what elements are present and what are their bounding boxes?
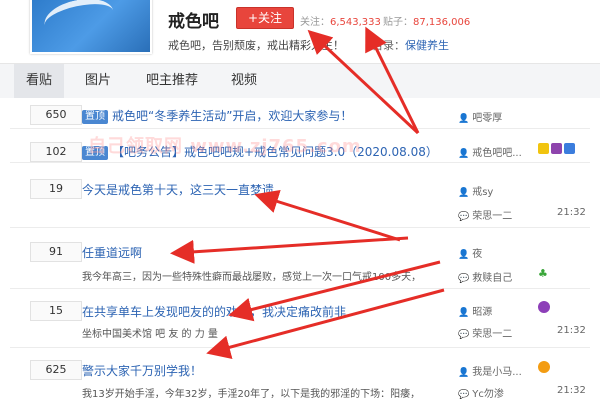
forum-header: 戒色吧 +关注 关注：6,543,333 贴子：87,136,006 戒色吧，告…: [0, 0, 600, 60]
badge-icon: [538, 143, 549, 154]
forum-slogan: 戒色吧，告别颓废，戒出精彩人生！: [168, 39, 344, 52]
user-icon: 👤: [458, 188, 470, 198]
reply-count: 91: [30, 242, 82, 262]
follow-button[interactable]: +关注: [236, 7, 294, 29]
tab-bar: 看贴 图片 吧主推荐 视频: [0, 63, 600, 99]
thread-author-name[interactable]: 我是小马...: [472, 367, 522, 378]
thread-row[interactable]: 102 置顶 【吧务公告】戒色吧吧规+戒色常见问题3.0（2020.08.08） …: [10, 129, 590, 163]
posts-stat: 贴子：87,136,006: [383, 13, 470, 28]
member-badge-icon: [538, 301, 550, 313]
thread-title-text[interactable]: 【吧务公告】戒色吧吧规+戒色常见问题3.0（2020.08.08）: [112, 145, 438, 159]
user-icon: 👤: [458, 368, 470, 378]
top-badge: 置顶: [82, 146, 108, 160]
follow-stat: 关注：6,543,333: [300, 13, 381, 28]
thread-title[interactable]: 置顶 【吧务公告】戒色吧吧规+戒色常见问题3.0（2020.08.08）: [82, 143, 438, 160]
clover-icon: ♣: [538, 267, 548, 280]
forum-directory: 目录：保健养生: [372, 37, 449, 53]
directory-link[interactable]: 保健养生: [405, 39, 449, 52]
reply-icon: 💬: [458, 212, 470, 222]
reply-count: 102: [30, 142, 82, 162]
reply-count: 15: [30, 301, 82, 321]
last-replier[interactable]: 💬 Yc勿渗: [458, 385, 504, 400]
thread-author[interactable]: 👤 戒色吧吧...: [458, 144, 522, 159]
thread-author-name[interactable]: 吧零厚: [472, 113, 502, 124]
last-replier-name[interactable]: 救赎自己: [472, 273, 512, 284]
tab-videos[interactable]: 视频: [220, 64, 268, 98]
thread-excerpt: 坐标中国美术馆 吧 友 的 力 量: [82, 329, 218, 340]
follow-count: 6,543,333: [330, 17, 381, 28]
badge-icon: [564, 143, 575, 154]
thread-title-text[interactable]: 戒色吧“冬季养生活动”开启，欢迎大家参与！: [112, 109, 352, 123]
reply-icon: 💬: [458, 390, 470, 400]
thread-title[interactable]: 置顶 戒色吧“冬季养生活动”开启，欢迎大家参与！: [82, 107, 352, 124]
last-replier[interactable]: 💬 荣思一二: [458, 207, 512, 222]
tab-posts[interactable]: 看贴: [14, 64, 64, 98]
tab-recommended[interactable]: 吧主推荐: [136, 64, 208, 98]
last-reply-time: 21:32: [557, 207, 586, 218]
last-replier[interactable]: 💬 荣思一二: [458, 325, 512, 340]
directory-label: 目录：: [372, 39, 405, 52]
thread-author-name[interactable]: 昭源: [472, 307, 492, 318]
user-icon: 👤: [458, 250, 470, 260]
thread-row[interactable]: 91 任重道远啊 我今年高三，因为一些特殊性癖而最战屡败，感觉上一次一口气戒10…: [10, 228, 590, 289]
user-icon: 👤: [458, 308, 470, 318]
last-replier[interactable]: 💬 救赎自己: [458, 269, 512, 284]
thread-author-name[interactable]: 戒sy: [472, 187, 493, 198]
thread-list: 650 置顶 戒色吧“冬季养生活动”开启，欢迎大家参与！ 👤 吧零厚 102 置顶【…: [0, 98, 600, 410]
reply-count: 625: [30, 360, 82, 380]
thread-author-name[interactable]: 戒色吧吧...: [472, 148, 522, 159]
thread-row[interactable]: 19 今天是戒色第十天，这三天一直梦遗。 👤 戒sy 💬 荣思一二 21:32: [10, 163, 590, 228]
thread-excerpt: 我13岁开始手淫，今年32岁，手淫20年了，以下是我的邪淫的下场：阳痿，: [82, 389, 421, 400]
thread-title[interactable]: 警示大家千万别学我！: [82, 362, 202, 379]
tab-images[interactable]: 图片: [76, 64, 120, 98]
thread-title[interactable]: 任重道远啊: [82, 244, 142, 261]
posts-count: 87,136,006: [413, 17, 471, 28]
user-icon: 👤: [458, 114, 470, 124]
forum-avatar[interactable]: [30, 0, 152, 54]
reply-icon: 💬: [458, 274, 470, 284]
top-badge: 置顶: [82, 110, 108, 124]
reply-icon: 💬: [458, 330, 470, 340]
last-replier-name[interactable]: 荣思一二: [472, 329, 512, 340]
thread-title[interactable]: 今天是戒色第十天，这三天一直梦遗。: [82, 181, 286, 198]
thread-author[interactable]: 👤 我是小马...: [458, 363, 522, 378]
forum-name[interactable]: 戒色吧: [168, 7, 219, 32]
thread-author[interactable]: 👤 戒sy: [458, 183, 493, 198]
badge-icon: [551, 143, 562, 154]
thread-row[interactable]: 15 在共享单车上发现吧友的的劝诫，我决定痛改前非 坐标中国美术馆 吧 友 的 …: [10, 289, 590, 348]
thread-author[interactable]: 👤 吧零厚: [458, 109, 502, 124]
thread-title[interactable]: 在共享单车上发现吧友的的劝诫，我决定痛改前非: [82, 303, 346, 320]
thread-row[interactable]: 625 警示大家千万别学我！ 我13岁开始手淫，今年32岁，手淫20年了，以下是…: [10, 348, 590, 410]
last-reply-time: 21:32: [557, 385, 586, 396]
thread-excerpt: 我今年高三，因为一些特殊性癖而最战屡败，感觉上一次一口气戒100多天，: [82, 272, 422, 283]
last-replier-name[interactable]: Yc勿渗: [472, 389, 504, 400]
last-reply-time: 21:32: [557, 325, 586, 336]
member-badge-icon: [538, 361, 550, 373]
user-icon: 👤: [458, 149, 470, 159]
posts-stat-label: 贴子：: [383, 17, 413, 28]
last-replier-name[interactable]: 荣思一二: [472, 211, 512, 222]
author-badges: [538, 143, 575, 154]
reply-count: 19: [30, 179, 82, 199]
thread-author[interactable]: 👤 昭源: [458, 303, 492, 318]
thread-author-name[interactable]: 夜: [472, 249, 482, 260]
avatar-logo-swoosh: [41, 0, 117, 43]
thread-author[interactable]: 👤 夜: [458, 245, 482, 260]
follow-stat-label: 关注：: [300, 17, 330, 28]
thread-row[interactable]: 650 置顶 戒色吧“冬季养生活动”开启，欢迎大家参与！ 👤 吧零厚: [10, 98, 590, 129]
reply-count: 650: [30, 105, 82, 125]
